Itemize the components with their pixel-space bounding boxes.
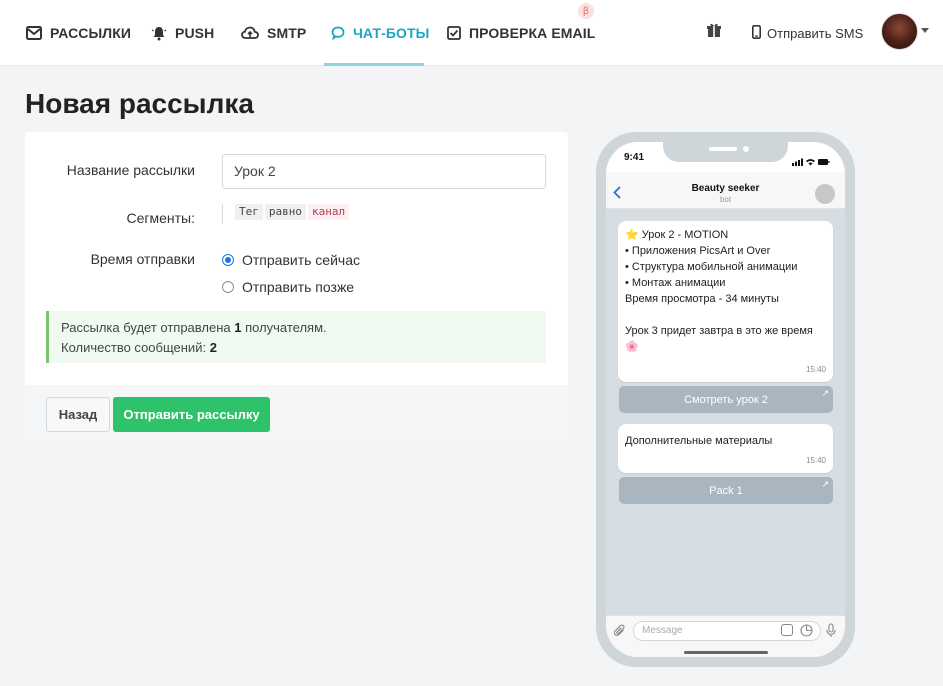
signal-wifi-battery-icon <box>792 153 830 171</box>
message-line: • Структура мобильной анимации <box>625 261 798 273</box>
speaker-grille <box>709 147 737 151</box>
message-line: Дополнительные материалы <box>625 435 773 447</box>
checkbox-icon <box>447 26 461 40</box>
message-line: • Монтаж анимации <box>625 277 726 289</box>
chat-title: Beauty seeker <box>691 183 760 194</box>
active-tab-indicator <box>324 63 424 66</box>
chat-header: Beauty seeker bot <box>606 172 845 209</box>
messages-count: 2 <box>209 340 217 355</box>
phone-screen: 9:41 Beauty seeker bot ⭐ Урок 2 - MOTION… <box>606 142 845 657</box>
notice-text: Количество сообщений: <box>61 340 210 355</box>
nav-item-label: РАССЫЛКИ <box>50 25 132 41</box>
nav-item-mailings[interactable]: РАССЫЛКИ <box>26 0 131 66</box>
message-time: 15:40 <box>805 456 826 465</box>
send-later-option[interactable]: Отправить позже <box>222 279 354 295</box>
mailing-form-card: Название рассылки Урок 2 Сегменты: Тег р… <box>25 132 568 442</box>
segments-filter[interactable]: Тег равно канал <box>222 204 350 224</box>
mailing-name-input[interactable]: Урок 2 <box>222 154 546 189</box>
nav-item-push[interactable]: PUSH <box>151 0 214 66</box>
message-line: • Приложения PicsArt и Over <box>625 245 771 257</box>
beta-badge: β <box>578 3 594 19</box>
envelope-icon <box>26 26 42 40</box>
send-sms-link[interactable]: Отправить SMS <box>752 0 863 66</box>
nav-item-label: ЧАТ-БОТЫ <box>353 25 430 41</box>
paperclip-icon[interactable] <box>613 624 626 643</box>
recipients-line: Рассылка будет отправлена 1 получателям. <box>61 318 546 338</box>
send-mailing-button[interactable]: Отправить рассылку <box>113 397 270 432</box>
cloud-icon <box>241 26 259 40</box>
phone-icon <box>752 24 762 42</box>
segments-label: Сегменты: <box>126 210 195 226</box>
notice-text: Рассылка будет отправлена <box>61 320 235 335</box>
message-line: 🌸 <box>625 341 639 353</box>
send-sms-label: Отправить SMS <box>767 25 864 41</box>
nav-item-label: PUSH <box>175 25 215 41</box>
message-bubble: ⭐ Урок 2 - MOTION • Приложения PicsArt и… <box>618 221 833 382</box>
nav-item-smtp[interactable]: SMTP <box>241 0 306 66</box>
name-label: Название рассылки <box>66 162 195 178</box>
send-time-label: Время отправки <box>90 251 195 267</box>
nav-item-email-check[interactable]: ПРОВЕРКА EMAIL <box>447 0 595 66</box>
radio-button[interactable] <box>222 281 234 293</box>
radio-label: Отправить позже <box>242 279 355 295</box>
back-button[interactable]: Назад <box>46 397 110 432</box>
nav-item-chatbots[interactable]: ЧАТ-БОТЫ <box>331 0 429 66</box>
phone-notch <box>663 142 788 162</box>
message-line: Урок 3 придет завтра в это же время <box>625 325 813 337</box>
message-line: ⭐ Урок 2 - MOTION <box>625 229 729 241</box>
segment-chip: канал <box>308 204 350 220</box>
chat-icon <box>331 26 345 40</box>
sticker-icon[interactable] <box>800 624 813 642</box>
message-line: Время просмотра - 34 минуты <box>625 293 779 305</box>
message-line <box>625 307 826 323</box>
chat-messages: ⭐ Урок 2 - MOTION • Приложения PicsArt и… <box>606 209 845 615</box>
message-time: 15:40 <box>805 365 826 374</box>
phone-preview: 9:41 Beauty seeker bot ⭐ Урок 2 - MOTION… <box>596 132 855 667</box>
external-link-icon: ↗ <box>821 388 829 398</box>
chat-subtitle: bot <box>719 195 732 204</box>
watch-lesson-button[interactable]: Смотреть урок 2 ↗ <box>619 386 833 413</box>
external-link-icon: ↗ <box>821 479 829 489</box>
page-title: Новая рассылка <box>25 88 254 119</box>
commands-icon[interactable] <box>781 624 793 636</box>
bell-icon <box>151 25 167 41</box>
radio-label: Отправить сейчас <box>242 252 360 268</box>
send-now-option[interactable]: Отправить сейчас <box>222 252 360 268</box>
radio-button[interactable] <box>222 254 234 266</box>
home-indicator <box>684 651 768 654</box>
chevron-down-icon[interactable] <box>921 28 929 33</box>
gift-icon[interactable] <box>706 22 722 43</box>
segment-chip: равно <box>264 204 306 220</box>
segment-chip: Тег <box>235 204 263 220</box>
bot-avatar[interactable] <box>815 184 835 204</box>
inline-button-label: Смотреть урок 2 <box>684 393 768 406</box>
nav-item-label: SMTP <box>267 25 307 41</box>
avatar[interactable] <box>881 13 918 50</box>
inline-button-label: Pack 1 <box>709 484 743 497</box>
nav-item-label: ПРОВЕРКА EMAIL <box>469 25 596 41</box>
pack-button[interactable]: Pack 1 ↗ <box>619 477 833 504</box>
top-navigation: РАССЫЛКИ PUSH SMTP ЧАТ-БОТЫ ПРОВЕРКА EMA… <box>0 0 943 66</box>
messages-line: Количество сообщений: 2 <box>61 338 546 358</box>
message-bubble: Дополнительные материалы 15:40 <box>618 424 833 473</box>
notice-text: получателям. <box>241 320 327 335</box>
status-time: 9:41 <box>624 152 645 163</box>
front-camera <box>743 146 749 152</box>
send-summary-notice: Рассылка будет отправлена 1 получателям.… <box>46 311 546 363</box>
microphone-icon[interactable] <box>826 623 836 643</box>
